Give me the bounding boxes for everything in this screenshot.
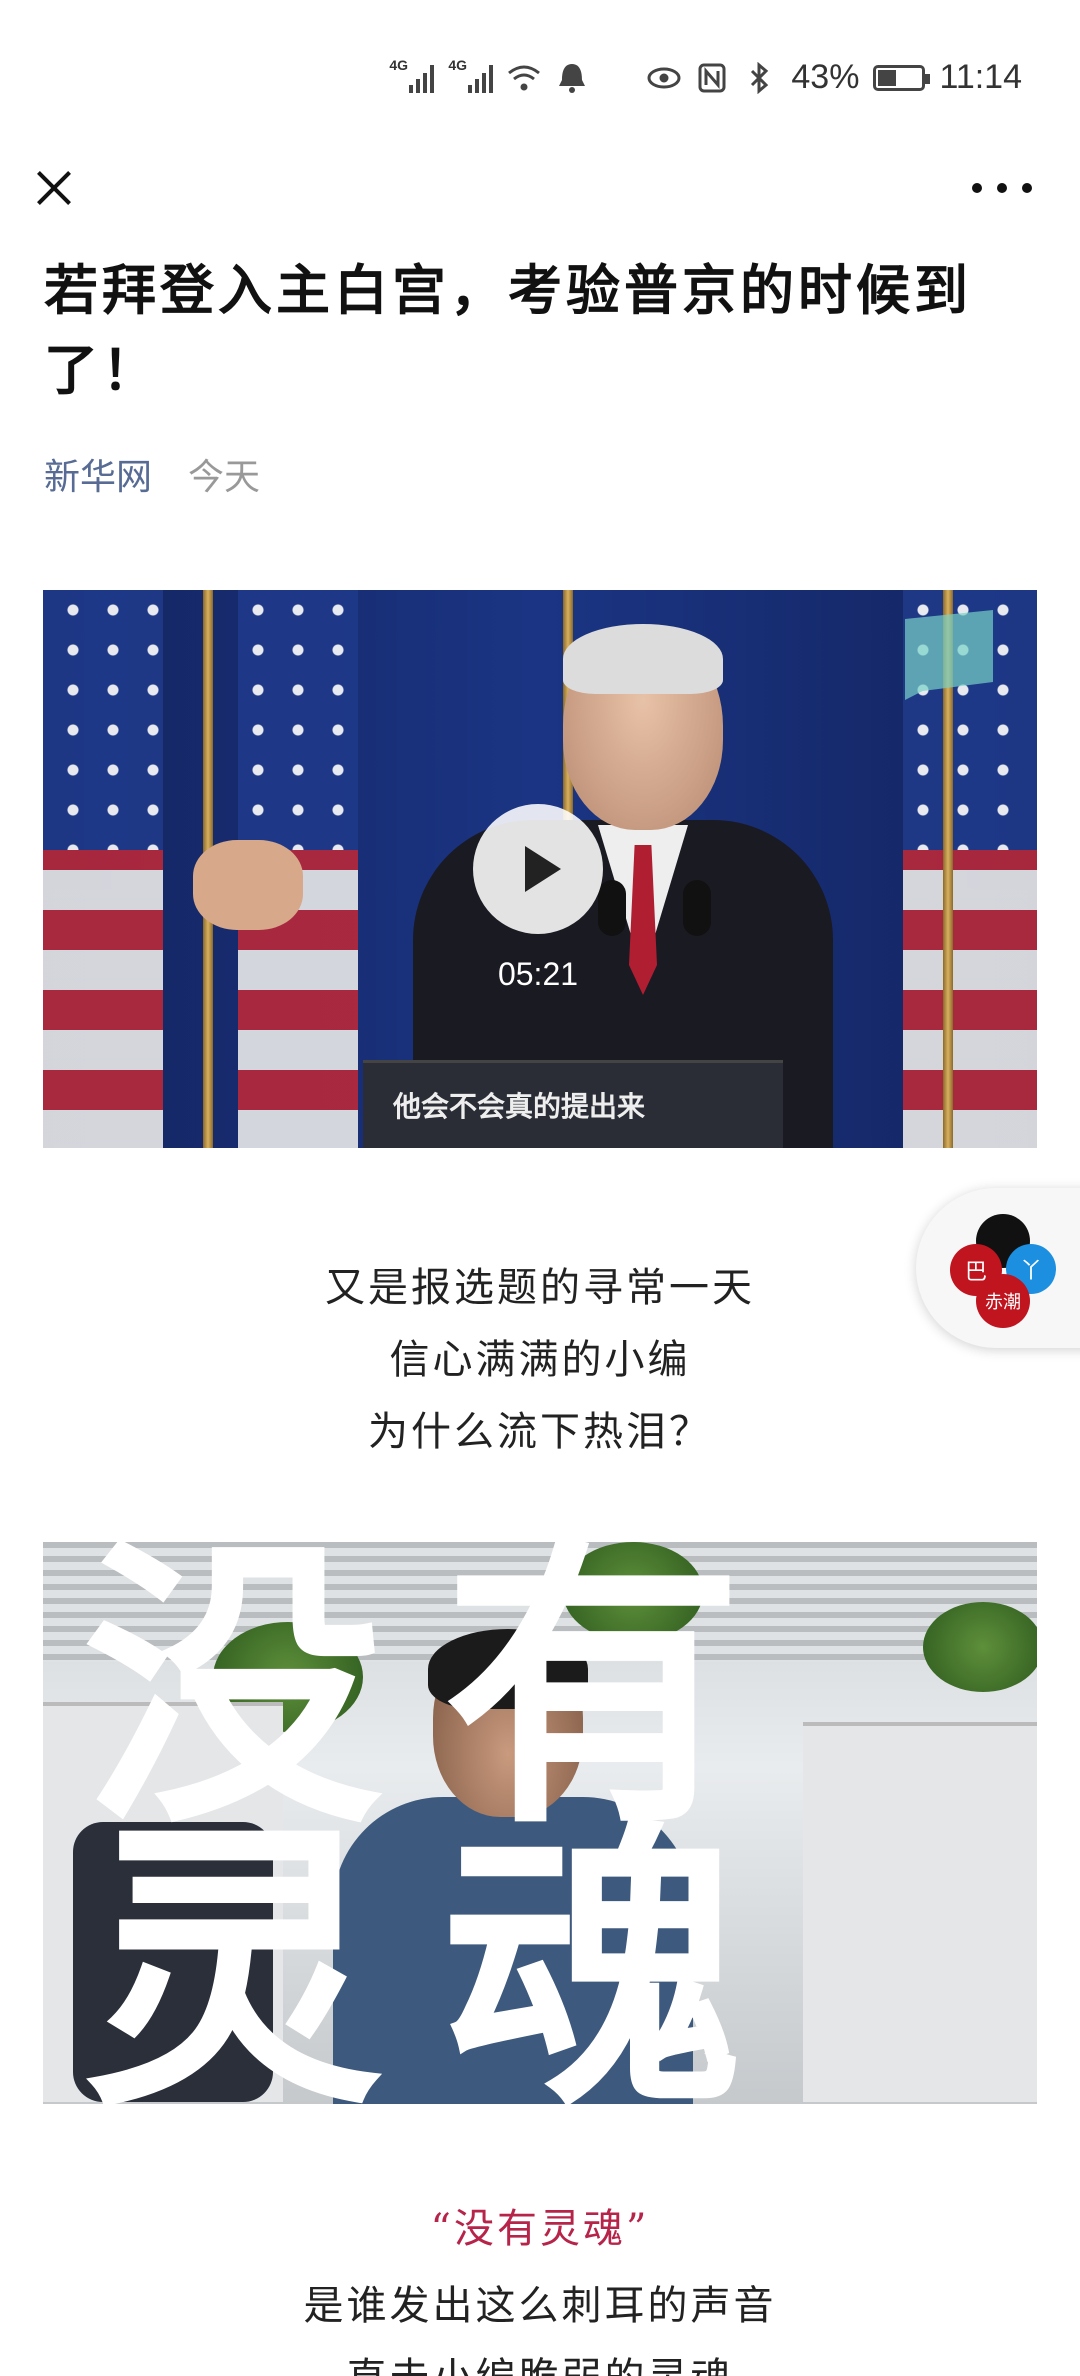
- video-subtitle: 他会不会真的提出来: [393, 1091, 646, 1122]
- article-meta: 新华网 今天: [44, 448, 260, 500]
- wifi-icon: [507, 61, 541, 95]
- battery-icon: [873, 64, 931, 91]
- close-icon[interactable]: [28, 162, 80, 214]
- signal-icon: 4G: [389, 57, 435, 93]
- flag-graphic: [43, 590, 163, 1148]
- quote-paragraph: 是谁发出这么刺耳的声音 直击小编脆弱的灵魂: [0, 2270, 1080, 2376]
- quote-line: 直击小编脆弱的灵魂: [0, 2342, 1080, 2376]
- bluetooth-icon: [743, 61, 777, 95]
- quote-line: 是谁发出这么刺耳的声音: [303, 2283, 777, 2329]
- intro-paragraph: 又是报选题的寻常一天 信心满满的小编 为什么流下热泪？: [0, 1252, 1080, 1468]
- notification-bell-icon: [555, 61, 589, 95]
- status-icons: 4G 4G 43% 11:14: [389, 57, 1022, 97]
- battery-percent: 43%: [791, 58, 860, 96]
- intro-line: 又是报选题的寻常一天: [325, 1265, 755, 1311]
- status-bar: 4G 4G 43% 11:14: [0, 0, 1080, 150]
- overlay-headline: 灵魂: [83, 1797, 803, 2105]
- intro-line: 信心满满的小编: [389, 1337, 691, 1383]
- overlay-headline: 没有: [83, 1542, 803, 1864]
- publish-date: 今天: [188, 457, 261, 498]
- network-type-label: 4G: [448, 56, 468, 73]
- more-dots-icon[interactable]: [972, 176, 1032, 200]
- article-title: 若拜登入主白宫，考验普京的时候到了！: [44, 258, 972, 402]
- video-duration: 05:21: [497, 956, 579, 992]
- network-type-label: 4G: [389, 56, 409, 73]
- quote-heading: “没有灵魂”: [430, 2206, 650, 2252]
- clock: 11:14: [939, 58, 1022, 96]
- desk: [803, 1722, 1037, 2102]
- play-icon[interactable]: [473, 804, 603, 934]
- article-image: 没有 灵魂: [43, 1542, 1037, 2104]
- plant: [923, 1602, 1037, 1692]
- intro-line: 为什么流下热泪？: [368, 1409, 712, 1455]
- microphone: [683, 880, 711, 936]
- eye-icon: [647, 61, 681, 95]
- microphone: [598, 880, 626, 936]
- video-player[interactable]: 他会不会真的提出来 05:21: [43, 590, 1037, 1148]
- nfc-icon: [695, 61, 729, 95]
- hand-figure: [193, 840, 303, 930]
- signal-icon: 4G: [448, 57, 494, 93]
- source-link[interactable]: 新华网: [44, 448, 152, 500]
